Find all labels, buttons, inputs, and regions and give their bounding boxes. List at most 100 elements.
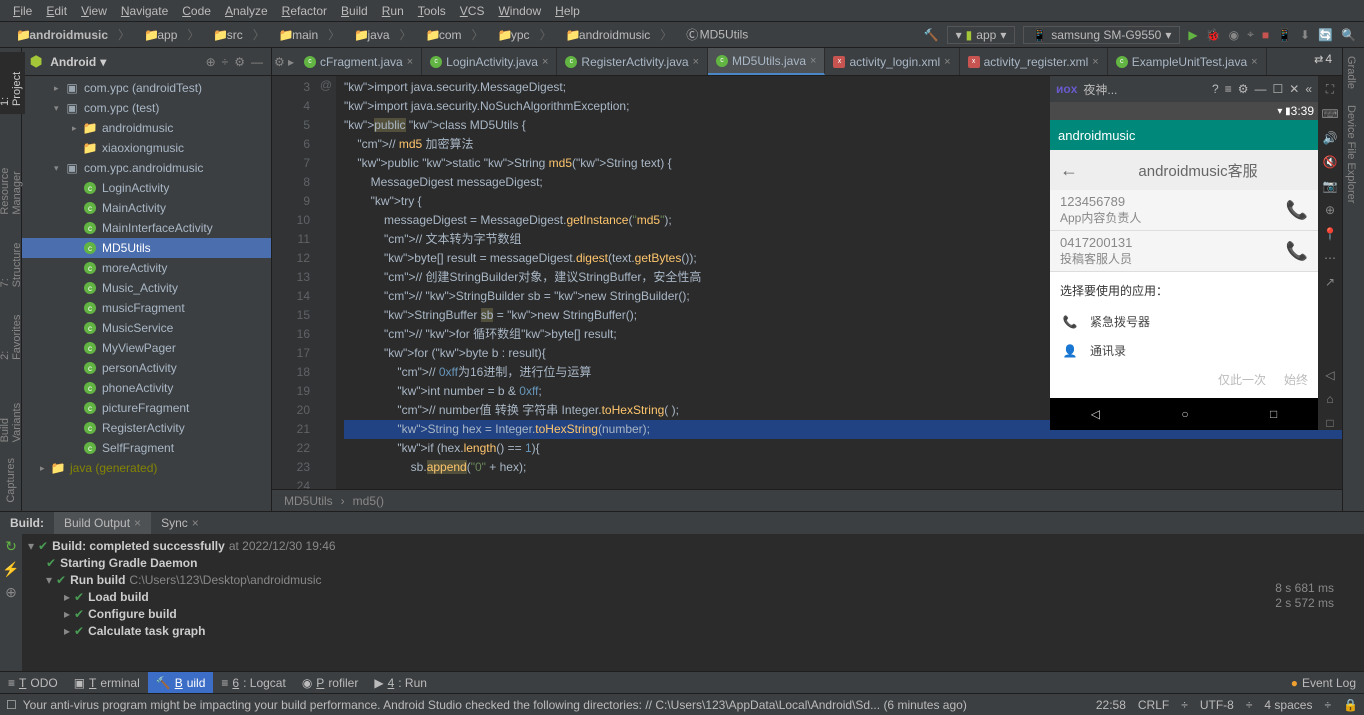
editor-tab[interactable]: xactivity_login.xml× (825, 48, 959, 75)
back-btn-icon[interactable]: ◁ (1325, 368, 1334, 382)
tree-item[interactable]: cphoneActivity (22, 378, 271, 398)
help-icon[interactable]: ? (1212, 82, 1219, 96)
back-icon[interactable]: ← (1060, 160, 1078, 181)
breadcrumb-item[interactable]: 📁 ypc (490, 28, 534, 42)
close-icon[interactable]: × (1251, 56, 1257, 68)
tree-item[interactable]: cMD5Utils (22, 238, 271, 258)
tree-item[interactable]: ▸📁java (generated) (22, 458, 271, 478)
tool-tab[interactable]: Build Variants (0, 368, 25, 450)
keyboard-icon[interactable]: ⌨ (1321, 107, 1338, 121)
menu-tools[interactable]: Tools (411, 4, 453, 18)
build-row[interactable]: ▾ ✔ Run build C:\Users\123\Desktop\andro… (28, 572, 1358, 589)
tree-item[interactable]: cmoreActivity (22, 258, 271, 278)
close-icon[interactable]: × (1092, 56, 1098, 68)
editor-tab[interactable]: cRegisterActivity.java× (557, 48, 708, 75)
breadcrumb-item[interactable]: 📁 com (418, 28, 466, 42)
tree-item[interactable]: cMusicService (22, 318, 271, 338)
close-icon[interactable]: ✕ (1289, 82, 1299, 96)
always-button[interactable]: 始终 (1284, 371, 1308, 388)
hide-icon[interactable]: — (251, 55, 263, 69)
tool-tab[interactable]: 2: Favorites (0, 295, 25, 368)
menu-edit[interactable]: Edit (39, 4, 74, 18)
hidden-tabs-indicator[interactable]: ⇄4 (1308, 50, 1338, 68)
menu-help[interactable]: Help (548, 4, 587, 18)
menu-build[interactable]: Build (334, 4, 375, 18)
install-icon[interactable]: ⊕ (1325, 203, 1335, 217)
home-btn-icon[interactable]: ⌂ (1326, 392, 1333, 406)
editor-tab[interactable]: cExampleUnitTest.java× (1108, 48, 1267, 75)
build-tab[interactable]: Sync × (151, 512, 209, 534)
volume-icon[interactable]: 🔊 (1323, 131, 1338, 145)
breadcrumb-item[interactable]: 📁 main (271, 28, 322, 42)
close-icon[interactable]: × (944, 56, 950, 68)
menu-vcs[interactable]: VCS (453, 4, 492, 18)
breadcrumb-item[interactable]: Ⓒ MD5Utils (678, 27, 752, 42)
recent-nav-icon[interactable]: □ (1270, 407, 1277, 421)
screenshot-icon[interactable]: 📷 (1323, 179, 1338, 193)
menu-file[interactable]: File (6, 4, 39, 18)
collapse-icon[interactable]: ÷ (222, 55, 229, 69)
bottom-tab[interactable]: ▣ Terminal (66, 672, 148, 693)
search-icon[interactable]: 🔍 (1341, 28, 1356, 42)
menu-refactor[interactable]: Refactor (275, 4, 334, 18)
tree-item[interactable]: cmusicFragment (22, 298, 271, 318)
close-icon[interactable]: × (542, 56, 548, 68)
editor-tab[interactable]: cMD5Utils.java× (708, 48, 825, 75)
mute-icon[interactable]: 🔇 (1323, 155, 1338, 169)
expand-icon[interactable]: ⊕ (5, 584, 17, 601)
sheet-option[interactable]: 📞紧急拨号器 (1060, 307, 1308, 336)
editor-tab[interactable]: cLoginActivity.java× (422, 48, 557, 75)
back-nav-icon[interactable]: ◁ (1091, 407, 1100, 421)
bottom-tab[interactable]: ◉ Profiler (294, 672, 367, 693)
event-log-tab[interactable]: ●Event Log (1283, 672, 1364, 693)
tree-item[interactable]: cMyViewPager (22, 338, 271, 358)
close-icon[interactable]: × (407, 56, 413, 68)
tree-item[interactable]: ▾▣com.ypc (test) (22, 98, 271, 118)
build-tab[interactable]: Build Output × (54, 512, 151, 534)
tree-item[interactable]: ▸📁androidmusic (22, 118, 271, 138)
close-icon[interactable]: × (810, 55, 816, 67)
menu-view[interactable]: View (74, 4, 114, 18)
tool-tab[interactable]: 1: Project (0, 52, 25, 114)
caret-position[interactable]: 22:58 (1096, 698, 1126, 712)
sync-icon[interactable]: 🔄 (1318, 28, 1333, 42)
tree-item[interactable]: cMainInterfaceActivity (22, 218, 271, 238)
run-icon[interactable]: ▶ (1188, 28, 1197, 42)
menu-run[interactable]: Run (375, 4, 411, 18)
tree-item[interactable]: cMainActivity (22, 198, 271, 218)
contact-item[interactable]: 0417200131投稿客服人员📞 (1050, 231, 1318, 272)
tool-tab[interactable]: Device File Explorer (1343, 97, 1359, 211)
recent-btn-icon[interactable]: □ (1326, 416, 1333, 430)
editor-tab[interactable]: ccFragment.java× (296, 48, 422, 75)
breadcrumb-item[interactable]: 📁 app (136, 28, 181, 42)
tree-item[interactable]: cMusic_Activity (22, 278, 271, 298)
build-row[interactable]: ▸ ✔ Load build (28, 589, 1358, 606)
device-selector[interactable]: 📱 samsung SM-G9550 ▾ (1023, 26, 1180, 44)
lock-icon[interactable]: 🔒 (1343, 698, 1358, 712)
menu-navigate[interactable]: Navigate (114, 4, 175, 18)
tab-settings-icon[interactable]: ⚙ ▸ (272, 48, 296, 75)
menu-window[interactable]: Window (491, 4, 548, 18)
sdk-icon[interactable]: ⬇ (1300, 28, 1310, 42)
editor-tab[interactable]: xactivity_register.xml× (960, 48, 1108, 75)
tree-item[interactable]: cpictureFragment (22, 398, 271, 418)
build-output[interactable]: 8 s 681 ms 2 s 572 ms ▾ ✔ Build: complet… (22, 534, 1364, 671)
menu-code[interactable]: Code (175, 4, 218, 18)
build-row[interactable]: ✔ Starting Gradle Daemon (28, 555, 1358, 572)
close-icon[interactable]: × (693, 56, 699, 68)
bottom-tab[interactable]: ▶ 4: Run (366, 672, 435, 693)
contact-item[interactable]: 123456789App内容负责人📞 (1050, 190, 1318, 231)
bottom-tab[interactable]: ≡ TODO (0, 672, 66, 693)
home-nav-icon[interactable]: ○ (1181, 407, 1188, 421)
build-row[interactable]: ▾ ✔ Build: completed successfully at 202… (28, 538, 1358, 555)
fullscreen-icon[interactable]: ⛶ (1326, 82, 1334, 97)
tree-item[interactable]: ▾▣com.ypc.androidmusic (22, 158, 271, 178)
sheet-option[interactable]: 👤通讯录 (1060, 336, 1308, 365)
gear-icon[interactable]: ⚙ (1238, 82, 1249, 96)
tree-item[interactable]: cSelfFragment (22, 438, 271, 458)
tool-tab[interactable]: Gradle (1343, 48, 1359, 97)
build-row[interactable]: ▸ ✔ Configure build (28, 606, 1358, 623)
run-config-selector[interactable]: ▾ ▮app ▾ (947, 26, 1016, 44)
tree-item[interactable]: cLoginActivity (22, 178, 271, 198)
project-tree[interactable]: ▸▣com.ypc (androidTest)▾▣com.ypc (test)▸… (22, 76, 271, 511)
